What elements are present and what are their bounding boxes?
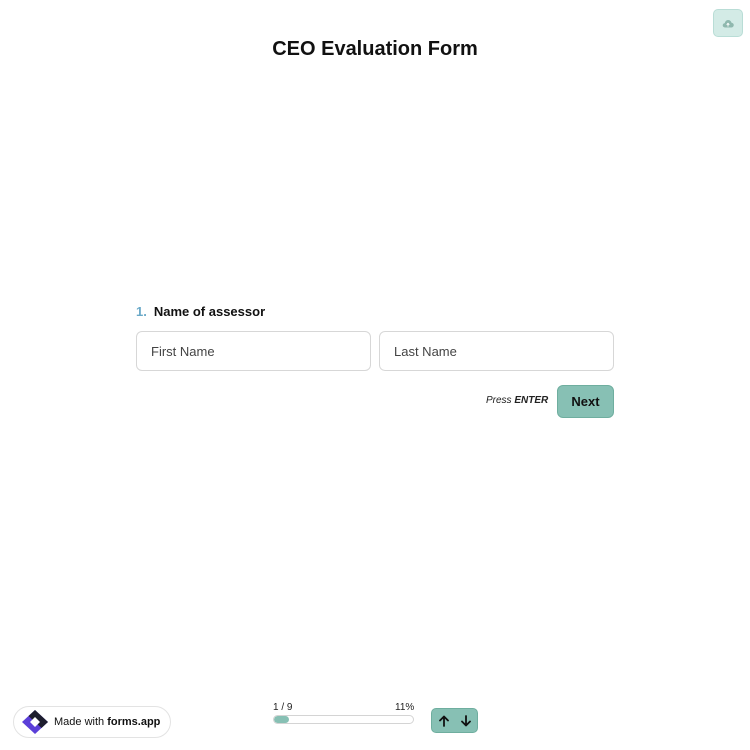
progress-bar-fill: [274, 716, 290, 723]
cloud-upload-icon: [722, 19, 734, 28]
question-header: 1. Name of assessor: [136, 304, 265, 319]
progress-bar: [273, 715, 414, 724]
hint-prefix: Press: [486, 395, 515, 406]
progress-percent: 11%: [395, 702, 415, 713]
progress-count: 1 / 9: [273, 702, 293, 713]
badge-prefix: Made with: [54, 716, 108, 728]
next-question-button[interactable]: [458, 712, 474, 730]
save-progress-button[interactable]: [713, 9, 743, 37]
form-title: CEO Evaluation Form: [272, 38, 478, 60]
previous-question-button[interactable]: [436, 712, 452, 730]
question-nav: [431, 708, 478, 733]
arrow-up-icon: [438, 715, 449, 727]
question-label: Name of assessor: [153, 304, 266, 319]
first-name-input[interactable]: [136, 331, 371, 371]
last-name-input[interactable]: [379, 331, 614, 371]
arrow-down-icon: [460, 714, 471, 726]
badge-text: Made with forms.app: [54, 716, 160, 728]
press-enter-hint: Press ENTER: [486, 395, 548, 406]
question-number: 1.: [136, 304, 147, 319]
next-button[interactable]: Next: [557, 385, 614, 418]
forms-app-logo-icon: [22, 710, 48, 734]
made-with-badge[interactable]: Made with forms.app: [13, 706, 171, 738]
badge-brand: forms.app: [107, 716, 161, 728]
hint-key: ENTER: [514, 395, 549, 406]
